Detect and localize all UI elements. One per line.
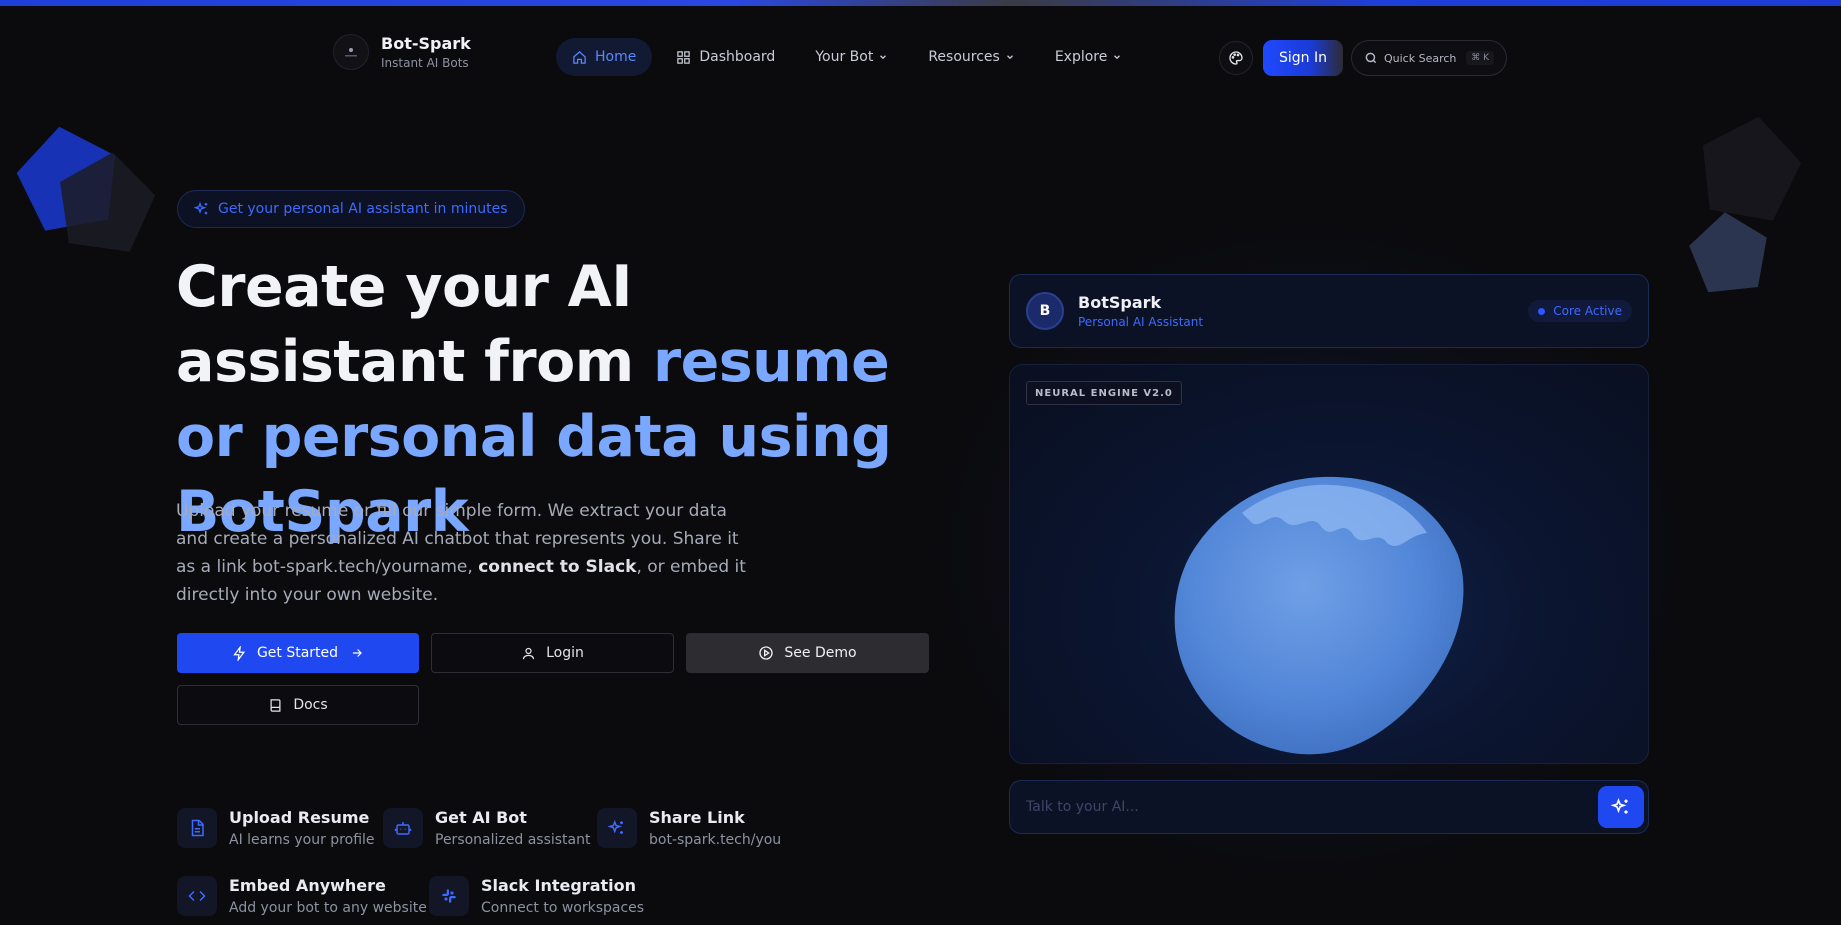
feature-upload-resume: Upload Resume AI learns your profile: [177, 808, 375, 848]
hero-desc-bold: connect to Slack: [478, 557, 637, 577]
docs-button[interactable]: Docs: [177, 685, 419, 725]
chat-input[interactable]: [1026, 799, 1598, 815]
docs-label: Docs: [293, 697, 328, 713]
nav-dashboard[interactable]: Dashboard: [660, 38, 791, 76]
quick-search-button[interactable]: Quick Search ⌘ K: [1351, 40, 1507, 76]
bot-name: BotSpark: [1078, 293, 1162, 312]
feature-get-ai-bot: Get AI Bot Personalized assistant: [383, 808, 590, 848]
feature-subtitle: Add your bot to any website: [229, 900, 427, 916]
hero-badge: Get your personal AI assistant in minute…: [177, 190, 525, 228]
feature-embed-anywhere: Embed Anywhere Add your bot to any websi…: [177, 876, 427, 916]
feature-title: Embed Anywhere: [229, 876, 386, 895]
hero-title-main: Create your AI assistant from: [176, 254, 653, 395]
quick-search-label: Quick Search: [1384, 51, 1457, 65]
status-text: Core Active: [1553, 304, 1622, 318]
nav-explore[interactable]: Explore: [1039, 38, 1139, 76]
feature-subtitle: bot-spark.tech/you: [649, 832, 782, 848]
arrow-right-icon: [352, 649, 362, 657]
grid-icon: [677, 50, 691, 64]
feature-title: Slack Integration: [481, 876, 636, 895]
feature-share-link: Share Link bot-spark.tech/you: [597, 808, 781, 848]
nav-resources-label: Resources: [928, 49, 1000, 65]
keyboard-shortcut: ⌘ K: [1466, 51, 1494, 65]
nav-resources[interactable]: Resources: [912, 38, 1031, 76]
nav-your-bot[interactable]: Your Bot: [799, 38, 904, 76]
sign-in-button[interactable]: Sign In: [1263, 40, 1343, 76]
main-nav: Home Dashboard Your Bot Resources Explor…: [556, 38, 1146, 76]
hero-description: Upload your resume or fill our simple fo…: [176, 497, 756, 609]
sparkles-icon: [608, 819, 623, 834]
sparkles-icon: [1611, 798, 1628, 814]
chat-bar: [1009, 780, 1649, 834]
nav-your-bot-label: Your Bot: [815, 49, 874, 65]
status-badge: Core Active: [1528, 300, 1632, 322]
brand-name: Bot-Spark: [381, 34, 471, 53]
chevron-down-icon: [1114, 55, 1121, 60]
see-demo-label: See Demo: [784, 645, 857, 661]
spark-logo-icon: [345, 48, 357, 57]
bot-card: B BotSpark Personal AI Assistant Core Ac…: [1009, 274, 1649, 348]
engine-tag: NEURAL ENGINE V2.0: [1026, 381, 1182, 405]
site-header: Bot-Spark Instant AI Bots Home Dashboard…: [0, 6, 1841, 106]
brand[interactable]: Bot-Spark Instant AI Bots: [333, 34, 471, 70]
login-label: Login: [546, 645, 584, 661]
feature-subtitle: AI learns your profile: [229, 832, 375, 848]
header-actions: Sign In Quick Search ⌘ K: [1219, 40, 1507, 76]
bot-subtitle: Personal AI Assistant: [1078, 315, 1204, 329]
login-button[interactable]: Login: [431, 633, 674, 673]
brand-tagline: Instant AI Bots: [381, 56, 469, 70]
palette-icon: [1229, 51, 1243, 65]
decorative-pentagon: [1686, 208, 1772, 294]
get-started-button[interactable]: Get Started: [177, 633, 419, 673]
hero-badge-text: Get your personal AI assistant in minute…: [218, 201, 508, 217]
see-demo-button[interactable]: See Demo: [686, 633, 929, 673]
nav-explore-label: Explore: [1054, 49, 1108, 65]
chevron-down-icon: [880, 55, 887, 60]
feature-title: Upload Resume: [229, 808, 370, 827]
nav-home-label: Home: [595, 49, 637, 65]
nav-dashboard-label: Dashboard: [699, 49, 776, 65]
nav-home[interactable]: Home: [556, 38, 653, 76]
neural-engine-panel: NEURAL ENGINE V2.0: [1009, 364, 1649, 764]
home-icon: [573, 50, 586, 64]
search-icon: [1365, 52, 1377, 64]
feature-subtitle: Connect to workspaces: [481, 900, 645, 916]
brand-logo: [333, 34, 369, 70]
document-icon: [191, 819, 204, 837]
lightning-icon: [233, 645, 246, 661]
sparkles-icon: [194, 201, 208, 215]
code-icon: [188, 890, 206, 902]
feature-title: Get AI Bot: [435, 808, 527, 827]
ai-orb-graphic: [1174, 476, 1464, 755]
feature-subtitle: Personalized assistant: [435, 832, 591, 848]
slack-icon: [442, 889, 456, 903]
feature-title: Share Link: [649, 808, 745, 827]
user-icon: [522, 647, 535, 659]
feature-slack-integration: Slack Integration Connect to workspaces: [429, 876, 644, 916]
book-icon: [270, 698, 281, 712]
theme-toggle-button[interactable]: [1219, 41, 1253, 75]
send-button[interactable]: [1598, 786, 1644, 828]
get-started-label: Get Started: [256, 645, 339, 661]
status-dot-icon: [1538, 307, 1546, 315]
bot-avatar: B: [1026, 292, 1064, 330]
robot-icon: [394, 822, 412, 835]
decorative-pentagon: [1692, 108, 1808, 224]
play-circle-icon: [759, 646, 774, 660]
chevron-down-icon: [1006, 55, 1013, 60]
